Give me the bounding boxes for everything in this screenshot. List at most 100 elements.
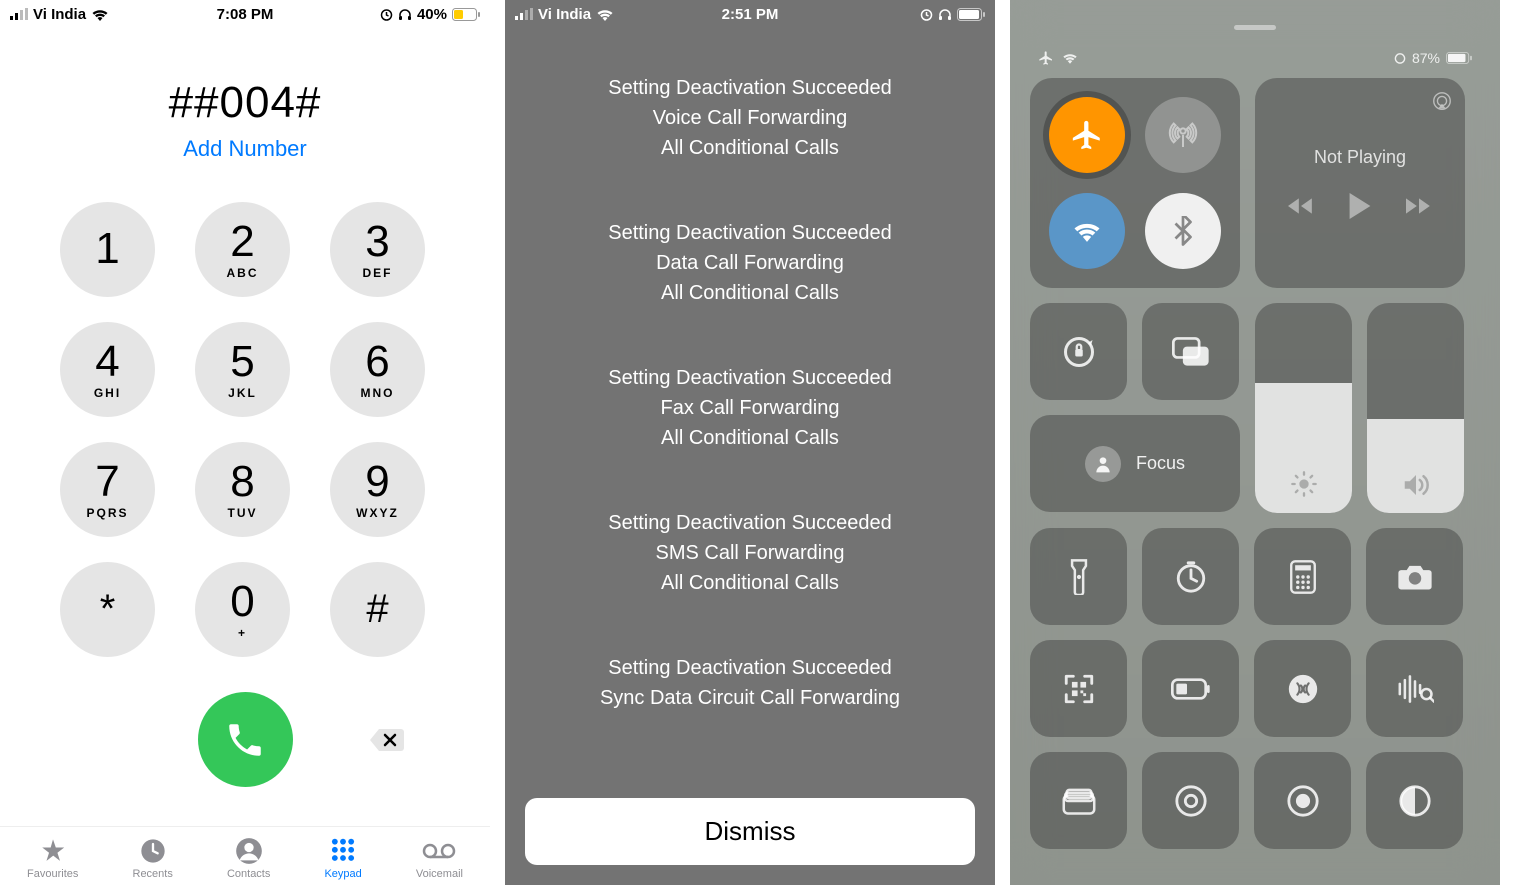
qr-scanner-button[interactable] (1030, 640, 1127, 737)
alarm-icon (380, 8, 393, 21)
key-5[interactable]: 5JKL (195, 322, 290, 417)
status-time: 7:08 PM (217, 6, 274, 23)
key-4[interactable]: 4GHI (60, 322, 155, 417)
tab-voicemail[interactable]: Voicemail (416, 837, 463, 880)
home-button[interactable] (1142, 752, 1239, 849)
record-icon (1286, 784, 1320, 818)
antenna-icon (1167, 119, 1199, 151)
sound-recognition-button[interactable] (1366, 640, 1463, 737)
key-9[interactable]: 9WXYZ (330, 442, 425, 537)
volume-slider[interactable] (1367, 303, 1464, 513)
low-power-mode-button[interactable] (1142, 640, 1239, 737)
key-3[interactable]: 3DEF (330, 202, 425, 297)
tab-label: Contacts (227, 868, 270, 880)
airplay-icon (1431, 90, 1453, 112)
control-center-screen: 87% Not Playing (1010, 0, 1500, 885)
grabber-handle[interactable] (1234, 25, 1276, 30)
battery-icon (957, 8, 985, 21)
wifi-icon (1072, 220, 1102, 242)
wallet-button[interactable] (1030, 752, 1127, 849)
tab-contacts[interactable]: Contacts (227, 837, 270, 880)
deact-line: SMS Call Forwarding (608, 538, 892, 568)
screen-record-button[interactable] (1254, 752, 1351, 849)
key-1[interactable]: 1 (60, 202, 155, 297)
deactivation-screen: Vi India 2:51 PM Setting Deactivation Su… (505, 0, 995, 885)
tab-keypad[interactable]: Keypad (324, 837, 361, 880)
deactivation-block: Setting Deactivation Succeeded Data Call… (608, 218, 892, 308)
forward-icon[interactable] (1406, 197, 1432, 215)
status-time: 2:51 PM (722, 6, 779, 23)
bluetooth-icon (1173, 216, 1193, 246)
nfc-icon (1286, 672, 1320, 706)
dark-mode-button[interactable] (1366, 752, 1463, 849)
key-0[interactable]: 0+ (195, 562, 290, 657)
cellular-data-toggle[interactable] (1145, 97, 1221, 173)
focus-label: Focus (1136, 453, 1185, 474)
keypad: 1 2ABC 3DEF 4GHI 5JKL 6MNO 7PQRS 8TUV 9W… (0, 182, 490, 677)
tab-label: Favourites (27, 868, 78, 880)
key-star[interactable]: * (60, 562, 155, 657)
key-2[interactable]: 2ABC (195, 202, 290, 297)
flashlight-button[interactable] (1030, 528, 1127, 625)
airplane-icon (1038, 50, 1054, 66)
add-number-button[interactable]: Add Number (0, 136, 490, 162)
tab-recents[interactable]: Recents (133, 837, 173, 880)
timer-button[interactable] (1142, 528, 1239, 625)
bluetooth-toggle[interactable] (1145, 193, 1221, 269)
play-icon[interactable] (1349, 193, 1371, 219)
camera-button[interactable] (1366, 528, 1463, 625)
wifi-toggle[interactable] (1049, 193, 1125, 269)
brightness-slider[interactable] (1255, 303, 1352, 513)
dialed-number-display: ##004# (0, 78, 490, 128)
alarm-icon (920, 8, 933, 21)
volume-icon (1401, 472, 1431, 498)
calculator-icon (1289, 560, 1317, 594)
tab-favourites[interactable]: Favourites (27, 837, 78, 880)
dismiss-button[interactable]: Dismiss (525, 798, 975, 865)
screen-mirroring-button[interactable] (1142, 303, 1239, 400)
carrier-label: Vi India (33, 6, 86, 23)
focus-person-icon (1085, 446, 1121, 482)
backspace-icon (369, 727, 405, 753)
deact-line: Sync Data Circuit Call Forwarding (600, 683, 900, 713)
deact-line: Setting Deactivation Succeeded (608, 218, 892, 248)
battery-percent: 40% (417, 6, 447, 23)
key-hash[interactable]: # (330, 562, 425, 657)
deact-line: Setting Deactivation Succeeded (600, 653, 900, 683)
cc-status-bar: 87% (1030, 50, 1480, 66)
phone-icon (224, 719, 266, 761)
headphones-icon (938, 8, 952, 21)
deact-line: Voice Call Forwarding (608, 103, 892, 133)
headphones-icon (398, 8, 412, 21)
deactivation-block: Setting Deactivation Succeeded Sync Data… (600, 653, 900, 713)
status-bar: Vi India 2:51 PM (505, 0, 995, 28)
voicemail-icon (422, 837, 456, 865)
backspace-button[interactable] (369, 727, 405, 753)
wifi-icon (596, 8, 614, 21)
calculator-button[interactable] (1254, 528, 1351, 625)
airplane-mode-toggle[interactable] (1049, 97, 1125, 173)
key-7[interactable]: 7PQRS (60, 442, 155, 537)
call-button[interactable] (198, 692, 293, 787)
deact-line: Data Call Forwarding (608, 248, 892, 278)
media-module[interactable]: Not Playing (1255, 78, 1465, 288)
nfc-button[interactable] (1254, 640, 1351, 737)
deact-line: All Conditional Calls (608, 568, 892, 598)
timer-icon (1174, 560, 1208, 594)
key-8[interactable]: 8TUV (195, 442, 290, 537)
wifi-icon (1062, 52, 1078, 64)
camera-icon (1397, 562, 1433, 592)
deact-line: All Conditional Calls (608, 133, 892, 163)
orientation-lock-toggle[interactable] (1030, 303, 1127, 400)
tab-label: Keypad (324, 868, 361, 880)
deactivation-block: Setting Deactivation Succeeded Voice Cal… (608, 73, 892, 163)
airplane-icon (1070, 118, 1104, 152)
screen-mirroring-icon (1172, 336, 1210, 368)
signal-icon (515, 8, 533, 20)
rewind-icon[interactable] (1288, 197, 1314, 215)
focus-button[interactable]: Focus (1030, 415, 1240, 512)
signal-icon (10, 8, 28, 20)
tab-bar: Favourites Recents Contacts Keypad Voice… (0, 826, 490, 885)
alarm-icon (1394, 52, 1406, 64)
key-6[interactable]: 6MNO (330, 322, 425, 417)
